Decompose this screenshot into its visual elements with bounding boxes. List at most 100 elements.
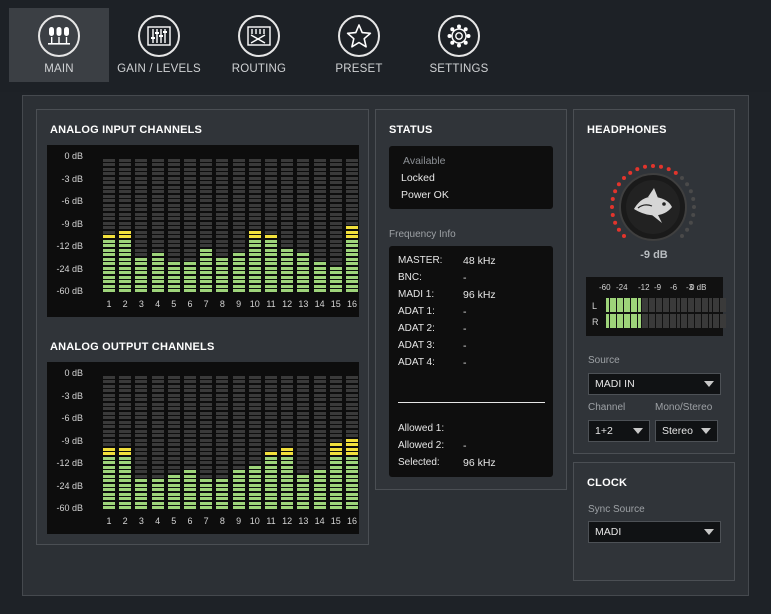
hp-meter-segment [698,314,702,328]
meter-segment [265,239,277,243]
meter-segment [313,190,326,193]
analog-input-meters: 0 dB -3 dB -6 dB -9 dB -12 dB -24 dB -60 dB 1 2 3… [47,145,359,317]
meter-segment [167,497,180,500]
meter-segment [119,384,132,388]
meter-segment [346,194,358,198]
mono-stereo-select[interactable]: Stereo [655,420,718,442]
meter-segment [135,438,148,442]
meter-segment [119,488,132,491]
sync-source-select[interactable]: MADI [588,521,721,543]
meter-segment [184,199,196,202]
meter-segment [232,501,245,505]
meter-segment [135,389,148,392]
meter-segment [200,271,213,274]
meter-segment [248,257,261,261]
meter-segment [119,492,132,496]
meter-segment [232,474,245,478]
headphone-volume-knob[interactable] [598,157,708,257]
meter-segment [151,474,164,478]
meter-segment [248,172,261,175]
meter-segment [346,393,358,397]
meter-segment [313,393,326,397]
meter-segment [329,257,342,261]
meter-segment [103,284,115,288]
allowed-row-label: Selected: [398,457,440,468]
meter-segment [248,275,261,279]
meter-segment [216,402,229,406]
meter-segment [151,506,164,509]
meter-segment [329,230,342,234]
meter-segment [346,217,358,220]
meter-segment [281,443,294,446]
source-label: Source [588,355,620,366]
meter-segment [346,239,358,243]
meter-segment [265,456,277,460]
meter-segment [313,266,326,270]
meter-segment [200,384,213,388]
meter-segment [346,199,358,202]
meter-segment [346,389,358,392]
meter-segment [200,253,213,256]
meter-segment [281,398,294,401]
meter-segment [265,506,277,509]
meter-segment [248,199,261,202]
meter-segment [297,474,310,478]
nav-label: ROUTING [231,63,287,75]
meter-segment [119,212,132,216]
meter-segment [184,280,196,283]
meter-segment [184,461,196,464]
meter-segment [216,163,229,166]
hp-meter-segment [723,298,727,312]
meter-segment [313,384,326,388]
hp-scale-label: -24 [616,283,628,292]
channel-select[interactable]: 1+2 [588,420,650,442]
hp-meter-segment [634,314,638,328]
nav-tab-gain-levels[interactable]: GAIN / LEVELS [109,8,209,82]
meter-segment [151,375,164,379]
hp-meter-segment [662,298,666,312]
source-select[interactable]: MADI IN [588,373,721,395]
meter-segment [200,488,213,491]
nav-tab-preset[interactable]: PRESET [309,8,409,82]
meter-segment [281,262,294,265]
meter-segment [103,172,115,175]
meter-segment [216,208,229,211]
meter-segment [329,280,342,283]
meter-segment [232,461,245,464]
meter-segment [151,380,164,383]
meter-segment [297,163,310,166]
channel-number: 10 [249,299,260,309]
hp-meter-segment [627,314,631,328]
meter-segment [297,212,310,216]
meter-segment [297,176,310,180]
meter-segment [119,248,132,252]
meter-segment [313,289,326,292]
meter-segment [265,447,277,451]
meter-segment [184,398,196,401]
meter-segment [248,266,261,270]
hp-meter-segment [630,298,634,312]
meter-segment [281,402,294,406]
meter-segment [281,271,294,274]
meter-segment [346,416,358,419]
nav-tab-main[interactable]: MAIN [9,8,109,82]
allowed-row-value: 96 kHz [463,457,496,469]
meter-segment [313,443,326,446]
meter-segment [135,239,148,243]
meter-segment [167,212,180,216]
meter-segment [281,235,294,238]
meter-segment [313,488,326,491]
meter-segment [151,172,164,175]
nav-tab-routing[interactable]: ROUTING [209,8,309,82]
meter-segment [232,235,245,238]
nav-tab-settings[interactable]: SETTINGS [409,8,509,82]
meter-segment [119,275,132,279]
knob-level-dot [622,233,627,238]
meter-segment [329,275,342,279]
top-nav: MAIN GAIN / LEVELS ROUTING PRESET SETTIN… [0,0,771,92]
meter-segment [216,420,229,424]
meter-segment [346,375,358,379]
meter-segment [281,420,294,424]
knob-level-dot [616,182,621,187]
meter-segment [167,429,180,433]
